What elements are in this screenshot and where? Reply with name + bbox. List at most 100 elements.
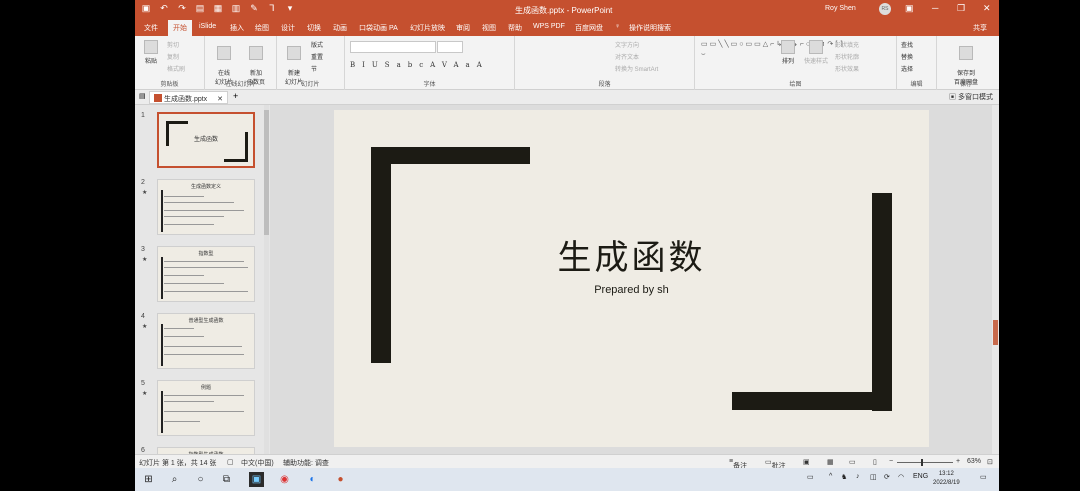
tab-insert[interactable]: 插入 (230, 23, 244, 33)
tab-home[interactable]: 开始 (168, 20, 192, 36)
ribbon-display-icon[interactable]: ▣ (905, 3, 914, 14)
tell-me-search[interactable]: 操作说明搜索 (629, 23, 671, 33)
thumbnail-item[interactable]: 3 ★ 指数型 (139, 242, 264, 302)
reading-view-icon[interactable]: ▭ (849, 458, 856, 466)
redo-icon[interactable]: ↷ (177, 3, 187, 14)
sync-icon[interactable]: ⟳ (884, 473, 890, 481)
language-indicator[interactable]: ENG (913, 473, 928, 480)
powerpoint-icon[interactable]: ● (333, 472, 348, 487)
thumbnail-slide[interactable]: 生成函数定义 (157, 179, 255, 235)
replace-button[interactable]: 替换 (901, 52, 913, 61)
close-icon[interactable]: ✕ (983, 3, 991, 14)
thumbnail-item[interactable]: 1 生成函数 (139, 108, 264, 168)
language[interactable]: 中文(中国) (241, 458, 274, 468)
font-format-row[interactable]: BIUSabcAVAaA (350, 61, 489, 69)
zoom-slider-thumb[interactable] (921, 459, 923, 466)
arrange-button[interactable]: 排列 (777, 40, 799, 65)
print-icon[interactable]: ▦ (213, 3, 223, 14)
document-tab[interactable]: 生成函数.pptx ✕ (149, 91, 229, 104)
fit-slide-icon[interactable]: ⊡ (987, 458, 993, 466)
avatar[interactable]: RS (879, 3, 891, 15)
zoom-out-icon[interactable]: − (889, 458, 893, 465)
tab-design[interactable]: 设计 (281, 23, 295, 33)
edge-icon[interactable]: ◐ (305, 472, 320, 487)
multi-window-button[interactable]: ▣ 多窗口模式 (949, 92, 993, 102)
scroll-thumb[interactable] (264, 110, 269, 235)
copy-button[interactable]: 复制 (167, 52, 179, 61)
shape-effects-button[interactable]: 形状效果 (835, 64, 859, 73)
tab-file[interactable]: 文件 (144, 23, 158, 33)
share-button[interactable]: 共享 (973, 23, 987, 33)
tab-transitions[interactable]: 切换 (307, 23, 321, 33)
thumbnail-scrollbar[interactable] (264, 105, 269, 454)
microphone-icon[interactable]: ♪ (856, 473, 860, 480)
select-button[interactable]: 选择 (901, 64, 913, 73)
tab-view[interactable]: 视图 (482, 23, 496, 33)
align-text-button[interactable]: 对齐文本 (615, 52, 639, 61)
zoom-slider[interactable] (897, 459, 953, 466)
chrome-icon[interactable]: ◉ (277, 472, 292, 487)
section-button[interactable]: 节 (311, 64, 317, 73)
tab-slideshow[interactable]: 幻灯片放映 (410, 23, 445, 33)
tab-help[interactable]: 帮助 (508, 23, 522, 33)
notes-button[interactable]: ≡ 备注 (729, 458, 747, 470)
thumbnail-slide[interactable]: 例题 (157, 380, 255, 436)
thumbnail-item[interactable]: 2 ★ 生成函数定义 (139, 175, 264, 235)
thumbnail-item[interactable]: 5 ★ 例题 (139, 376, 264, 436)
slide-scrollbar[interactable] (992, 105, 999, 454)
thumbnail-slide[interactable]: 普通型生成函数 (157, 313, 255, 369)
text-direction-button[interactable]: 文字方向 (615, 40, 639, 49)
save-icon[interactable]: ▣ (141, 3, 151, 14)
wifi-icon[interactable]: ◠ (898, 473, 904, 481)
tab-wps-pdf[interactable]: WPS PDF (533, 23, 565, 30)
format-painter-button[interactable]: 格式刷 (167, 64, 185, 73)
tab-pocket-animation[interactable]: 口袋动画 PA (359, 23, 398, 33)
tab-animations[interactable]: 动画 (333, 23, 347, 33)
tab-review[interactable]: 审阅 (456, 23, 470, 33)
tray-overflow-icon[interactable]: ^ (829, 473, 832, 480)
windows-start-icon[interactable]: ⊞ (141, 472, 156, 487)
search-icon[interactable]: ⌕ (167, 472, 182, 487)
paste-button[interactable]: 粘贴 (140, 40, 162, 65)
accessibility-status[interactable]: 辅助功能: 调查 (283, 458, 329, 468)
zoom-level[interactable]: 63% (967, 458, 981, 465)
tab-list-icon[interactable]: ▤ (139, 92, 146, 100)
normal-view-icon[interactable]: ▣ (803, 458, 810, 466)
app-icon[interactable]: ▣ (249, 472, 264, 487)
zoom-in-icon[interactable]: + (956, 458, 960, 465)
find-button[interactable]: 查找 (901, 40, 913, 49)
clock[interactable]: 13:12 2022/8/19 (933, 470, 960, 488)
minimize-icon[interactable]: ─ (932, 3, 938, 13)
spellcheck-icon[interactable]: ▢ (227, 458, 234, 466)
slide-title[interactable]: 生成函数 (334, 230, 929, 279)
tab-islide[interactable]: iSlide (199, 23, 216, 30)
network-icon[interactable]: ◫ (870, 473, 877, 481)
pen-icon[interactable]: ✎ (249, 3, 259, 14)
slideshow-icon[interactable]: ▯ (873, 458, 877, 466)
thumbnail-slide[interactable]: 生成函数 (157, 112, 255, 168)
shape-outline-button[interactable]: 形状轮廓 (835, 52, 859, 61)
current-slide[interactable]: 生成函数 Prepared by sh (334, 110, 929, 447)
cut-button[interactable]: 剪切 (167, 40, 179, 49)
task-view-icon[interactable]: ⧉ (219, 472, 234, 487)
tray-app-icon[interactable]: ♞ (841, 473, 847, 481)
customize-icon[interactable]: ▾ (285, 3, 295, 14)
font-size-input[interactable] (437, 41, 463, 53)
shapes-gallery[interactable]: ▭▭╲╲▭○▭▭△⌐↳↵↳⌐○△↰↷⌈⌉⌣ (701, 40, 843, 60)
notifications-icon[interactable]: ▭ (980, 473, 987, 481)
reset-button[interactable]: 重置 (311, 52, 323, 61)
layout-icon[interactable]: ▥ (231, 3, 241, 14)
tab-draw[interactable]: 绘图 (255, 23, 269, 33)
restore-icon[interactable]: ❐ (957, 3, 965, 14)
new-tab-icon[interactable]: + (233, 91, 238, 101)
comments-button[interactable]: ▭ 批注 (765, 458, 786, 470)
cortana-icon[interactable]: ○ (193, 472, 208, 487)
slide-sorter-icon[interactable]: ▦ (827, 458, 834, 466)
quick-styles-button[interactable]: 快速样式 (803, 40, 829, 65)
layout-button[interactable]: 版式 (311, 40, 323, 49)
font-name-input[interactable] (350, 41, 436, 53)
scroll-thumb[interactable] (993, 320, 998, 345)
user-name[interactable]: Roy Shen (825, 5, 856, 12)
thumbnail-slide[interactable]: 指数型 (157, 246, 255, 302)
undo-icon[interactable]: ↶ (159, 3, 169, 14)
